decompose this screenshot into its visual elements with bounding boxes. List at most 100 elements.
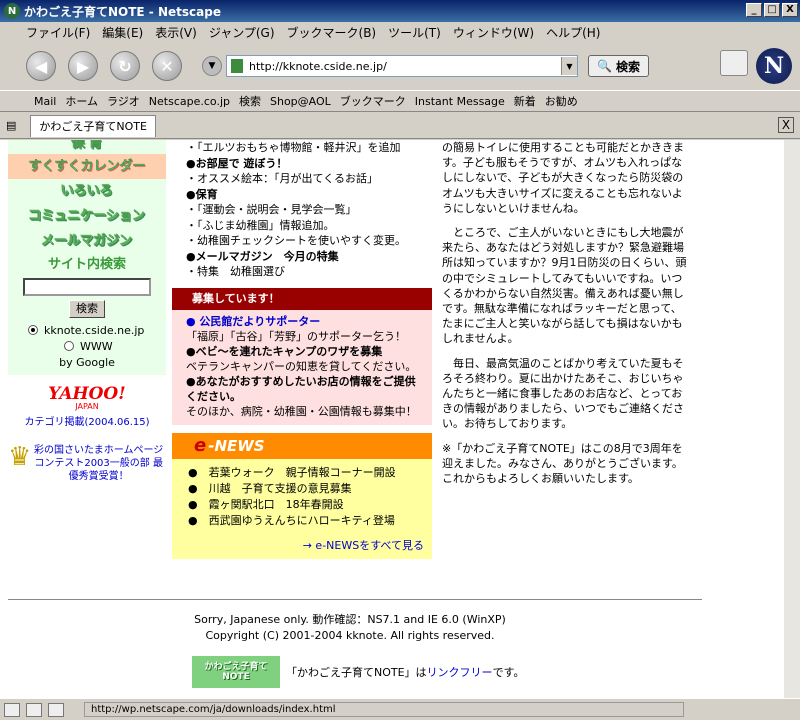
menu-bar: ファイル(F) 編集(E) 表示(V) ジャンプ(G) ブックマーク(B) ツー… — [0, 22, 800, 42]
bookmark-shop[interactable]: Shop@AOL — [270, 95, 331, 108]
url-dropdown-icon[interactable]: ▼ — [561, 57, 577, 75]
netscape-logo-icon[interactable]: N — [756, 48, 792, 84]
left-sidebar: 保 育 すくすくカレンダー いろいろ コミュニケーション メールマガジン サイト… — [8, 140, 166, 483]
tab-icon: ▤ — [6, 119, 17, 132]
scrollbar[interactable] — [784, 140, 800, 698]
bookmark-bookmarks[interactable]: ブックマーク — [340, 93, 406, 109]
bookmark-home[interactable]: ホーム — [65, 93, 98, 109]
radio-www-label: WWW — [80, 339, 113, 353]
stop-icon[interactable]: ✕ — [152, 51, 182, 81]
divider — [8, 599, 702, 601]
personal-toolbar: Mail ホーム ラジオ Netscape.co.jp 検索 Shop@AOL … — [0, 90, 800, 112]
news-item[interactable]: ● 若葉ウォーク 親子情報コーナー開設 — [188, 465, 424, 481]
menu-go[interactable]: ジャンプ(G) — [203, 24, 281, 41]
footer-link-row: かわごえ子育てNOTE 「かわごえ子育てNOTE」は リンクフリー です。 — [192, 656, 524, 688]
radio-site-label: kknote.cside.ne.jp — [44, 323, 145, 337]
news-item[interactable]: ● 霞ヶ関駅北口 18年春開設 — [188, 497, 424, 513]
recruit-box: 募集しています！ ● 公民館だよりサポーター 「福原」「古谷」「芳野」のサポータ… — [172, 287, 432, 425]
menu-bookmarks[interactable]: ブックマーク(B) — [281, 24, 383, 41]
bookmark-recommend[interactable]: お勧め — [545, 93, 578, 109]
award-badge[interactable]: ♛ 彩の国さいたまホームページコンテスト2003一般の部 最優秀賞受賞！ — [8, 444, 166, 483]
footer: Sorry, Japanese only. 動作確認：NS7.1 and IE … — [0, 612, 700, 644]
yahoo-category-link[interactable]: カテゴリ掲載(2004.06.15) — [8, 413, 166, 428]
url-bar[interactable]: http://kknote.cside.ne.jp/ ▼ — [226, 55, 578, 77]
print-icon[interactable] — [720, 50, 748, 76]
update-item[interactable]: ・幼稚園チェックシートを使いやすく変更。 — [186, 233, 432, 249]
tab-kknote[interactable]: かわごえ子育てNOTE — [30, 114, 156, 137]
navigation-toolbar: ◀ ▶ ↻ ✕ ▼ http://kknote.cside.ne.jp/ ▼ 🔍… — [0, 42, 800, 90]
recruit-title: 募集しています！ — [172, 287, 432, 310]
recruit-supporter-link[interactable]: ● 公民館だよりサポーター — [186, 314, 424, 329]
enews-more-link[interactable]: → e-NEWSをすべて見る — [172, 533, 432, 559]
column-para-1: の簡易トイレに使用することも可能だとかききます。子ども服もそうですが、オムツも入… — [442, 141, 684, 215]
window-title: かわごえ子育てNOTE - Netscape — [24, 4, 221, 19]
close-button[interactable]: X — [782, 3, 798, 17]
menu-view[interactable]: 表示(V) — [149, 24, 203, 41]
bookmark-radio[interactable]: ラジオ — [107, 93, 140, 109]
yahoo-japan-text: JAPAN — [75, 402, 99, 411]
nav-hoiku[interactable]: 保 育 — [8, 140, 166, 154]
nav-calendar[interactable]: すくすくカレンダー — [8, 154, 166, 179]
radio-site[interactable]: kknote.cside.ne.jp — [8, 322, 166, 338]
column-para-4: ※「かわごえ子育てNOTE」はこの8月で3周年を迎えました。みなさん、ありがとう… — [442, 441, 683, 486]
back-icon[interactable]: ◀ — [26, 51, 56, 81]
update-item[interactable]: ・「エルツおもちゃ博物館・軽井沢」を追加 — [186, 140, 432, 156]
by-google: by Google — [59, 356, 115, 369]
site-search-input[interactable] — [23, 278, 151, 296]
recruit-camp-text: ベテランキャンパーの知恵を貸してください。 — [186, 359, 417, 373]
nav-mailmagazine[interactable]: メールマガジン — [8, 229, 166, 254]
update-item[interactable]: ・特集 幼稚園選び — [186, 264, 432, 280]
news-item[interactable]: ● 川越 子育て支援の意見募集 — [188, 481, 424, 497]
mail-status-icon[interactable] — [4, 702, 20, 717]
minimize-button[interactable]: _ — [746, 3, 762, 17]
reload-icon[interactable]: ↻ — [110, 51, 140, 81]
maximize-button[interactable]: □ — [764, 3, 780, 17]
site-search-title: サイト内検索 — [47, 257, 126, 272]
tab-title: かわごえ子育てNOTE — [39, 120, 147, 133]
yahoo-badge[interactable]: YAHOO! JAPAN カテゴリ掲載(2004.06.15) — [8, 385, 166, 428]
update-item[interactable]: ・「運動会・説明会・見学会一覧」 — [186, 202, 432, 218]
tab-close-button[interactable]: X — [778, 117, 794, 133]
search-button[interactable]: 🔍 検索 — [588, 55, 649, 77]
kknote-banner-logo[interactable]: かわごえ子育てNOTE — [192, 656, 280, 688]
recruit-camp-title[interactable]: ●ベビ～を連れたキャンプのワザを募集 — [186, 344, 424, 359]
menu-help[interactable]: ヘルプ(H) — [540, 24, 606, 41]
enews-box: e -NEWS ● 若葉ウォーク 親子情報コーナー開設 ● 川越 子育て支援の意見… — [172, 432, 432, 559]
forward-icon[interactable]: ▶ — [68, 51, 98, 81]
search-button-label: 検索 — [615, 59, 640, 74]
column-para-2: ところで、ご主人がいないときにもし大地震が来たら、あなたはどう対処しますか？緊急… — [442, 226, 687, 346]
bookmark-im[interactable]: Instant Message — [415, 95, 505, 108]
bookmark-new[interactable]: 新着 — [514, 93, 536, 109]
link-free-link[interactable]: リンクフリー — [427, 664, 493, 680]
column-text: の簡易トイレに使用することも可能だとかききます。子ども服もそうですが、オムツも入… — [442, 140, 692, 495]
update-item[interactable]: ・「ふじま幼稚園」情報追加。 — [186, 218, 432, 234]
menu-edit[interactable]: 編集(E) — [96, 24, 149, 41]
recruit-other-text: そのほか、病院・幼稚園・公園情報も募集中！ — [186, 404, 417, 418]
go-icon[interactable]: ▼ — [202, 56, 222, 76]
menu-tools[interactable]: ツール(T) — [382, 24, 447, 41]
menu-window[interactable]: ウィンドウ(W) — [447, 24, 540, 41]
page-content: 保 育 すくすくカレンダー いろいろ コミュニケーション メールマガジン サイト… — [0, 140, 800, 698]
nav-iroiro[interactable]: いろいろ — [8, 179, 166, 204]
bookmark-netscape[interactable]: Netscape.co.jp — [149, 95, 230, 108]
composer-icon[interactable] — [26, 702, 42, 717]
menu-file[interactable]: ファイル(F) — [20, 24, 96, 41]
netscape-icon: N — [4, 3, 20, 19]
section-heading: ●メールマガジン 今月の特集 — [186, 249, 339, 263]
nav-communication[interactable]: コミュニケーション — [8, 204, 166, 229]
site-search-button[interactable]: 検索 — [69, 300, 105, 318]
crown-icon: ♛ — [8, 442, 32, 472]
news-item[interactable]: ● 西武園ゆうえんちにハローキティ登場 — [188, 513, 424, 529]
footer-compat: Sorry, Japanese only. 動作確認：NS7.1 and IE … — [194, 613, 506, 626]
award-text[interactable]: 彩の国さいたまホームページコンテスト2003一般の部 最優秀賞受賞！ — [31, 444, 166, 483]
yahoo-logo: YAHOO! — [48, 384, 126, 404]
bookmark-mail[interactable]: Mail — [34, 95, 56, 108]
status-url: http://wp.netscape.com/ja/downloads/inde… — [84, 702, 684, 717]
tab-bar: ▤ かわごえ子育てNOTE X — [0, 113, 800, 139]
radio-www[interactable]: WWW — [8, 338, 166, 354]
recruit-supporter-text: 「福原」「古谷」「芳野」のサポーター乞う！ — [186, 329, 406, 343]
update-item[interactable]: ・オススメ絵本：「月が出てくるお話」 — [186, 171, 432, 187]
im-icon[interactable] — [48, 702, 64, 717]
recruit-shop-title[interactable]: ●あなたがおすすめしたいお店の情報をご提供ください。 — [186, 374, 424, 404]
bookmark-search[interactable]: 検索 — [239, 93, 261, 109]
